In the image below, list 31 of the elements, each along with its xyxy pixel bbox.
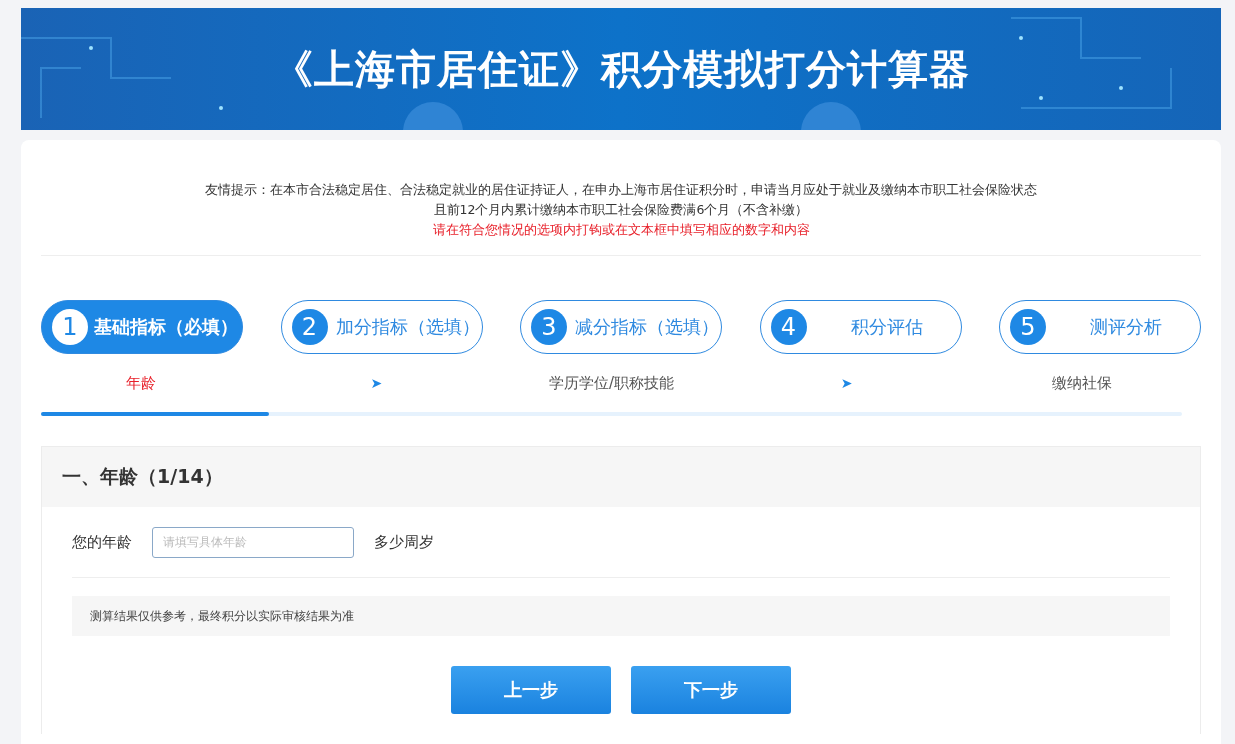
instruction-text: 请在符合您情况的选项内打钩或在文本框中填写相应的数字和内容: [431, 221, 811, 239]
step-tab[interactable]: 3 减分指标（选填）: [520, 300, 722, 354]
step-label: 加分指标（选填）: [334, 315, 481, 339]
step-label: 测评分析: [1089, 315, 1163, 339]
field-label: 您的年龄: [72, 532, 132, 552]
step-tab[interactable]: 4 积分评估: [759, 300, 962, 354]
step-tab[interactable]: 5 测评分析: [999, 300, 1201, 354]
substep-tab[interactable]: 缴纳社保: [981, 373, 1182, 393]
section-title: 一、年龄（1/14）: [42, 447, 1200, 507]
step-number: 3: [531, 309, 567, 345]
step-number: 4: [770, 309, 807, 345]
step-tab[interactable]: 1 基础指标（必填）: [41, 300, 243, 354]
step-label: 积分评估: [849, 315, 924, 339]
notice-text: 且前12个月内累计缴纳本市职工社会保险费满6个月（不含补缴）: [432, 201, 810, 219]
step-number: 1: [52, 309, 88, 345]
substep-tab[interactable]: 年龄: [41, 373, 241, 393]
arrow-icon: ➤: [840, 375, 853, 391]
step-number: 5: [1010, 309, 1046, 345]
notice-text: 友情提示：在本市合法稳定居住、合法稳定就业的居住证持证人，在申办上海市居住证积分时，申请当月应处于就业及缴纳本市职工社会保险状态: [204, 181, 1038, 199]
disclaimer-note: 测算结果仅供参考，最终积分以实际审核结果为准: [72, 596, 1170, 636]
step-number: 2: [291, 309, 328, 345]
step-label: 基础指标（必填）: [94, 315, 239, 339]
arrow-icon: ➤: [370, 375, 383, 391]
input-field[interactable]: 请填写具体年龄: [152, 526, 354, 558]
step-label: 减分指标（选填）: [574, 315, 720, 339]
substep-tab[interactable]: 学历学位/职称技能: [511, 373, 712, 393]
step-tab[interactable]: 2 加分指标（选填）: [280, 300, 483, 354]
page-title: 《上海市居住证》积分模拟打分计算器: [272, 44, 970, 94]
step-button[interactable]: 上一步: [451, 666, 611, 714]
unit-label: 多少周岁: [374, 532, 434, 552]
step-button[interactable]: 下一步: [631, 666, 791, 714]
